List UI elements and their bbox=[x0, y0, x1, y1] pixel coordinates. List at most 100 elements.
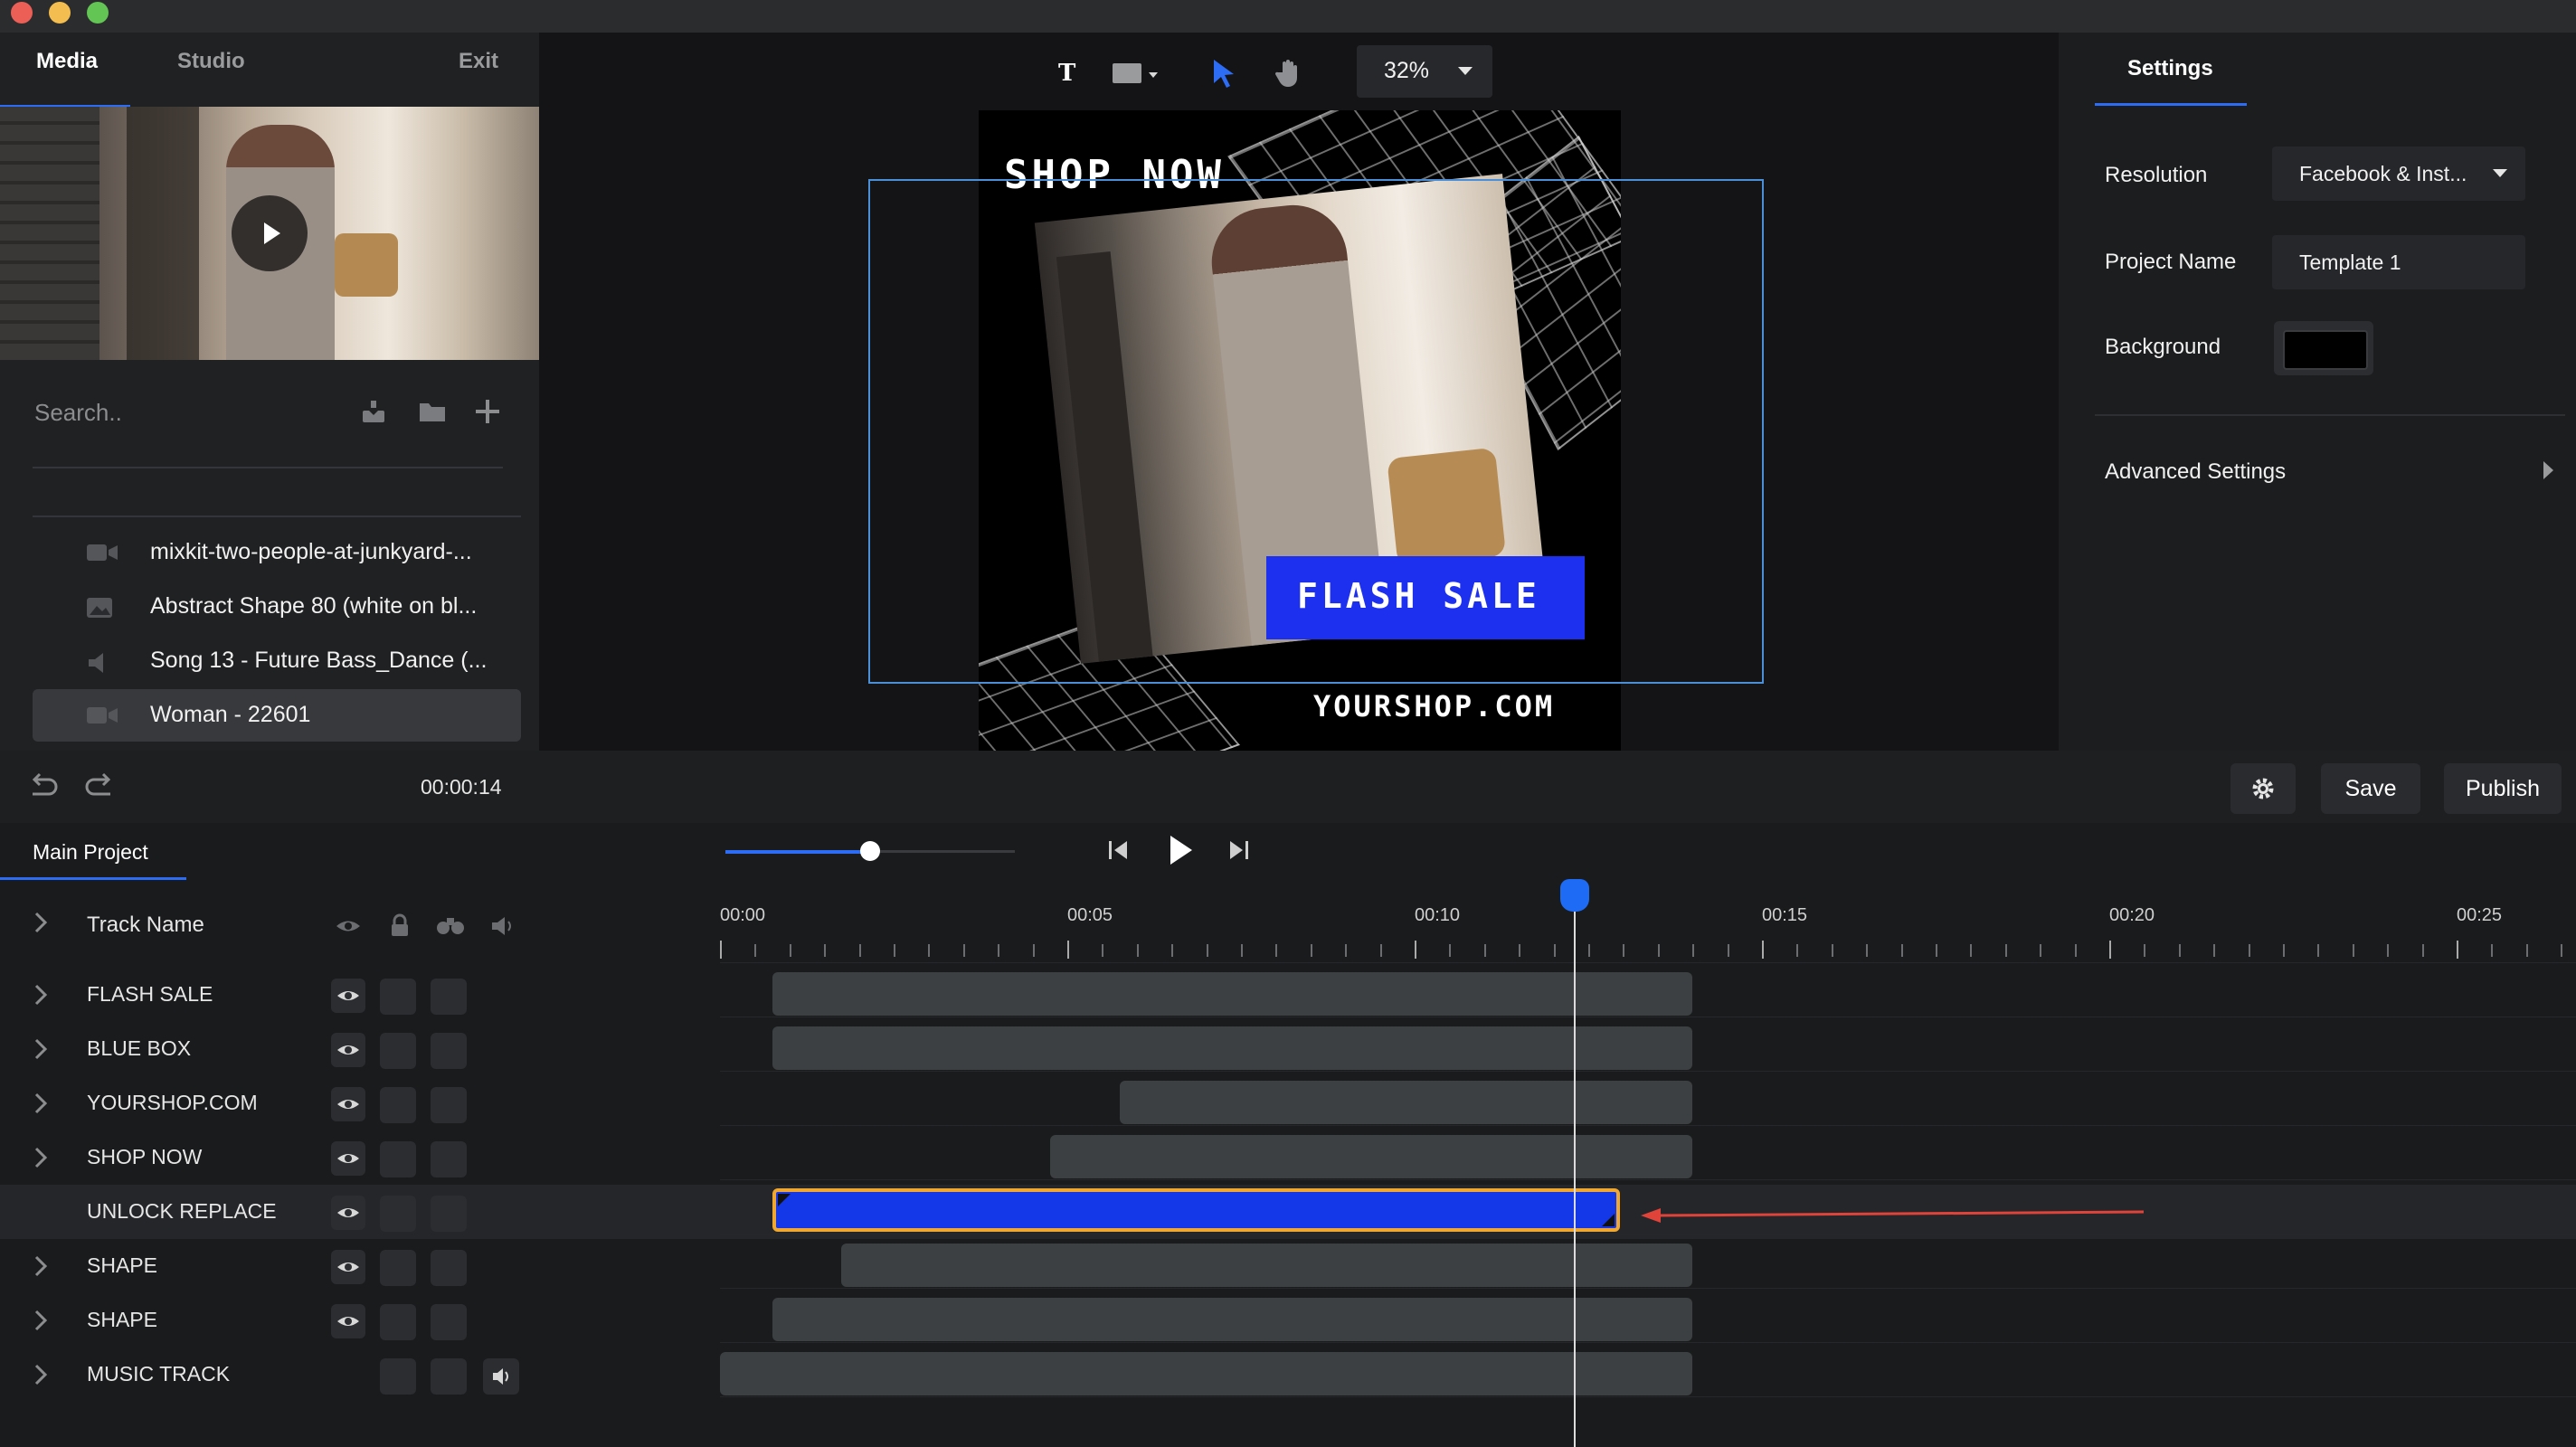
visibility-toggle[interactable] bbox=[331, 1196, 365, 1230]
timeline-settings-button[interactable] bbox=[2230, 763, 2296, 814]
chevron-right-icon[interactable] bbox=[34, 984, 47, 1006]
track-option-toggle[interactable] bbox=[431, 1033, 467, 1069]
import-icon[interactable] bbox=[360, 398, 387, 425]
add-media-icon[interactable] bbox=[474, 398, 501, 425]
select-tool-icon[interactable] bbox=[1210, 58, 1237, 89]
preview-play-button[interactable] bbox=[232, 195, 308, 271]
track-row[interactable]: MUSIC TRACK bbox=[0, 1348, 2576, 1402]
ruler-tick bbox=[1449, 944, 1452, 957]
save-button[interactable]: Save bbox=[2321, 763, 2420, 814]
chevron-right-icon[interactable] bbox=[34, 1310, 47, 1331]
track-row[interactable]: YOURSHOP.COM bbox=[0, 1076, 2576, 1130]
track-row[interactable]: BLUE BOX bbox=[0, 1022, 2576, 1076]
chevron-right-icon[interactable] bbox=[34, 1092, 47, 1114]
shape-tool-button[interactable] bbox=[1113, 61, 1163, 87]
chevron-right-icon[interactable] bbox=[34, 1147, 47, 1168]
track-option-toggle[interactable] bbox=[431, 1196, 467, 1232]
visibility-toggle[interactable] bbox=[331, 979, 365, 1013]
media-preview-thumbnail[interactable] bbox=[0, 107, 539, 360]
track-option-toggle[interactable] bbox=[380, 1250, 416, 1286]
media-search-input[interactable] bbox=[33, 389, 308, 436]
binoculars-icon bbox=[437, 918, 464, 934]
background-color-swatch[interactable] bbox=[2274, 321, 2373, 375]
tab-studio[interactable]: Studio bbox=[177, 49, 245, 74]
selection-bounding-box[interactable] bbox=[868, 179, 1764, 684]
timeline-play-button[interactable] bbox=[1165, 832, 1196, 868]
track-row[interactable]: SHOP NOW bbox=[0, 1130, 2576, 1185]
chevron-right-icon[interactable] bbox=[34, 1364, 47, 1386]
folder-icon[interactable] bbox=[418, 398, 447, 425]
eye-icon bbox=[337, 1045, 359, 1055]
project-name-field[interactable]: Template 1 bbox=[2272, 235, 2525, 289]
title-bar bbox=[0, 0, 2576, 33]
track-name: SHAPE bbox=[87, 1253, 157, 1277]
track-row[interactable]: SHAPE bbox=[0, 1239, 2576, 1293]
track-option-toggle[interactable] bbox=[431, 1087, 467, 1123]
skip-forward-icon[interactable] bbox=[1226, 837, 1252, 863]
track-option-toggle[interactable] bbox=[431, 979, 467, 1015]
redo-icon[interactable] bbox=[83, 772, 116, 801]
chevron-right-icon[interactable] bbox=[34, 1255, 47, 1277]
maximize-window-button[interactable] bbox=[87, 2, 109, 24]
settings-divider bbox=[2095, 414, 2565, 416]
track-option-toggle[interactable] bbox=[431, 1141, 467, 1177]
track-option-toggle[interactable] bbox=[380, 1304, 416, 1340]
timeline-clip[interactable] bbox=[720, 1352, 1693, 1395]
timeline-clip[interactable] bbox=[772, 972, 1693, 1016]
track-option-toggle[interactable] bbox=[380, 1033, 416, 1069]
track-option-toggle[interactable] bbox=[431, 1358, 467, 1395]
ruler-tick bbox=[2074, 944, 2077, 957]
track-option-toggle[interactable] bbox=[431, 1304, 467, 1340]
track-option-toggle[interactable] bbox=[380, 979, 416, 1015]
chevron-right-icon[interactable] bbox=[34, 1038, 47, 1060]
timeline-clip[interactable] bbox=[841, 1244, 1693, 1287]
close-window-button[interactable] bbox=[11, 2, 33, 24]
text-tool-button[interactable]: T bbox=[1058, 60, 1075, 87]
media-item-image[interactable]: Abstract Shape 80 (white on bl... bbox=[33, 581, 521, 633]
visibility-toggle[interactable] bbox=[331, 1033, 365, 1067]
exit-button[interactable]: Exit bbox=[459, 49, 498, 74]
zoom-select[interactable]: 32% bbox=[1357, 45, 1492, 98]
track-option-toggle[interactable] bbox=[431, 1250, 467, 1286]
media-item-video-selected[interactable]: Woman - 22601 bbox=[33, 689, 521, 742]
visibility-toggle[interactable] bbox=[331, 1250, 365, 1284]
playhead-handle[interactable] bbox=[1559, 879, 1589, 912]
media-item-video[interactable]: mixkit-two-people-at-junkyard-... bbox=[33, 526, 521, 579]
volume-slider-handle[interactable] bbox=[860, 841, 880, 861]
yourshop-url-text[interactable]: YOURSHOP.COM bbox=[1313, 689, 1555, 724]
track-row[interactable]: UNLOCK REPLACE bbox=[0, 1185, 2576, 1239]
timeline-clip[interactable] bbox=[772, 1026, 1693, 1070]
advanced-settings-toggle[interactable]: Advanced Settings bbox=[2105, 459, 2286, 485]
mute-toggle[interactable] bbox=[483, 1358, 519, 1395]
annotation-arrow-icon bbox=[1641, 1208, 2145, 1223]
timeline-clip[interactable] bbox=[1049, 1135, 1693, 1178]
tab-main-project[interactable]: Main Project bbox=[33, 840, 148, 865]
visibility-toggle[interactable] bbox=[331, 1141, 365, 1176]
tab-media[interactable]: Media bbox=[36, 49, 98, 74]
media-item-audio[interactable]: Song 13 - Future Bass_Dance (... bbox=[33, 635, 521, 687]
ruler-tick bbox=[2248, 944, 2250, 957]
resolution-select[interactable]: Facebook & Inst... bbox=[2272, 147, 2525, 201]
tab-settings[interactable]: Settings bbox=[2127, 56, 2213, 81]
timeline-clip-selected[interactable] bbox=[772, 1188, 1620, 1232]
track-option-toggle[interactable] bbox=[380, 1358, 416, 1395]
track-option-toggle[interactable] bbox=[380, 1141, 416, 1177]
undo-icon[interactable] bbox=[27, 772, 60, 801]
track-option-toggle[interactable] bbox=[380, 1087, 416, 1123]
publish-button[interactable]: Publish bbox=[2444, 763, 2562, 814]
timeline-clip[interactable] bbox=[1119, 1081, 1693, 1124]
track-option-toggle[interactable] bbox=[380, 1196, 416, 1232]
ruler-tick bbox=[1379, 944, 1382, 957]
project-name-value: Template 1 bbox=[2299, 251, 2401, 274]
trim-end-handle-icon bbox=[1601, 1214, 1615, 1226]
track-row[interactable]: FLASH SALE bbox=[0, 968, 2576, 1022]
track-row[interactable]: SHAPE bbox=[0, 1293, 2576, 1348]
timeline-clip[interactable] bbox=[772, 1298, 1693, 1341]
skip-back-icon[interactable] bbox=[1105, 837, 1131, 863]
row-separator bbox=[720, 1071, 2576, 1072]
minimize-window-button[interactable] bbox=[49, 2, 71, 24]
visibility-toggle[interactable] bbox=[331, 1087, 365, 1121]
visibility-toggle[interactable] bbox=[331, 1304, 365, 1338]
track-name: UNLOCK REPLACE bbox=[87, 1199, 277, 1223]
hand-tool-icon[interactable] bbox=[1275, 58, 1304, 89]
